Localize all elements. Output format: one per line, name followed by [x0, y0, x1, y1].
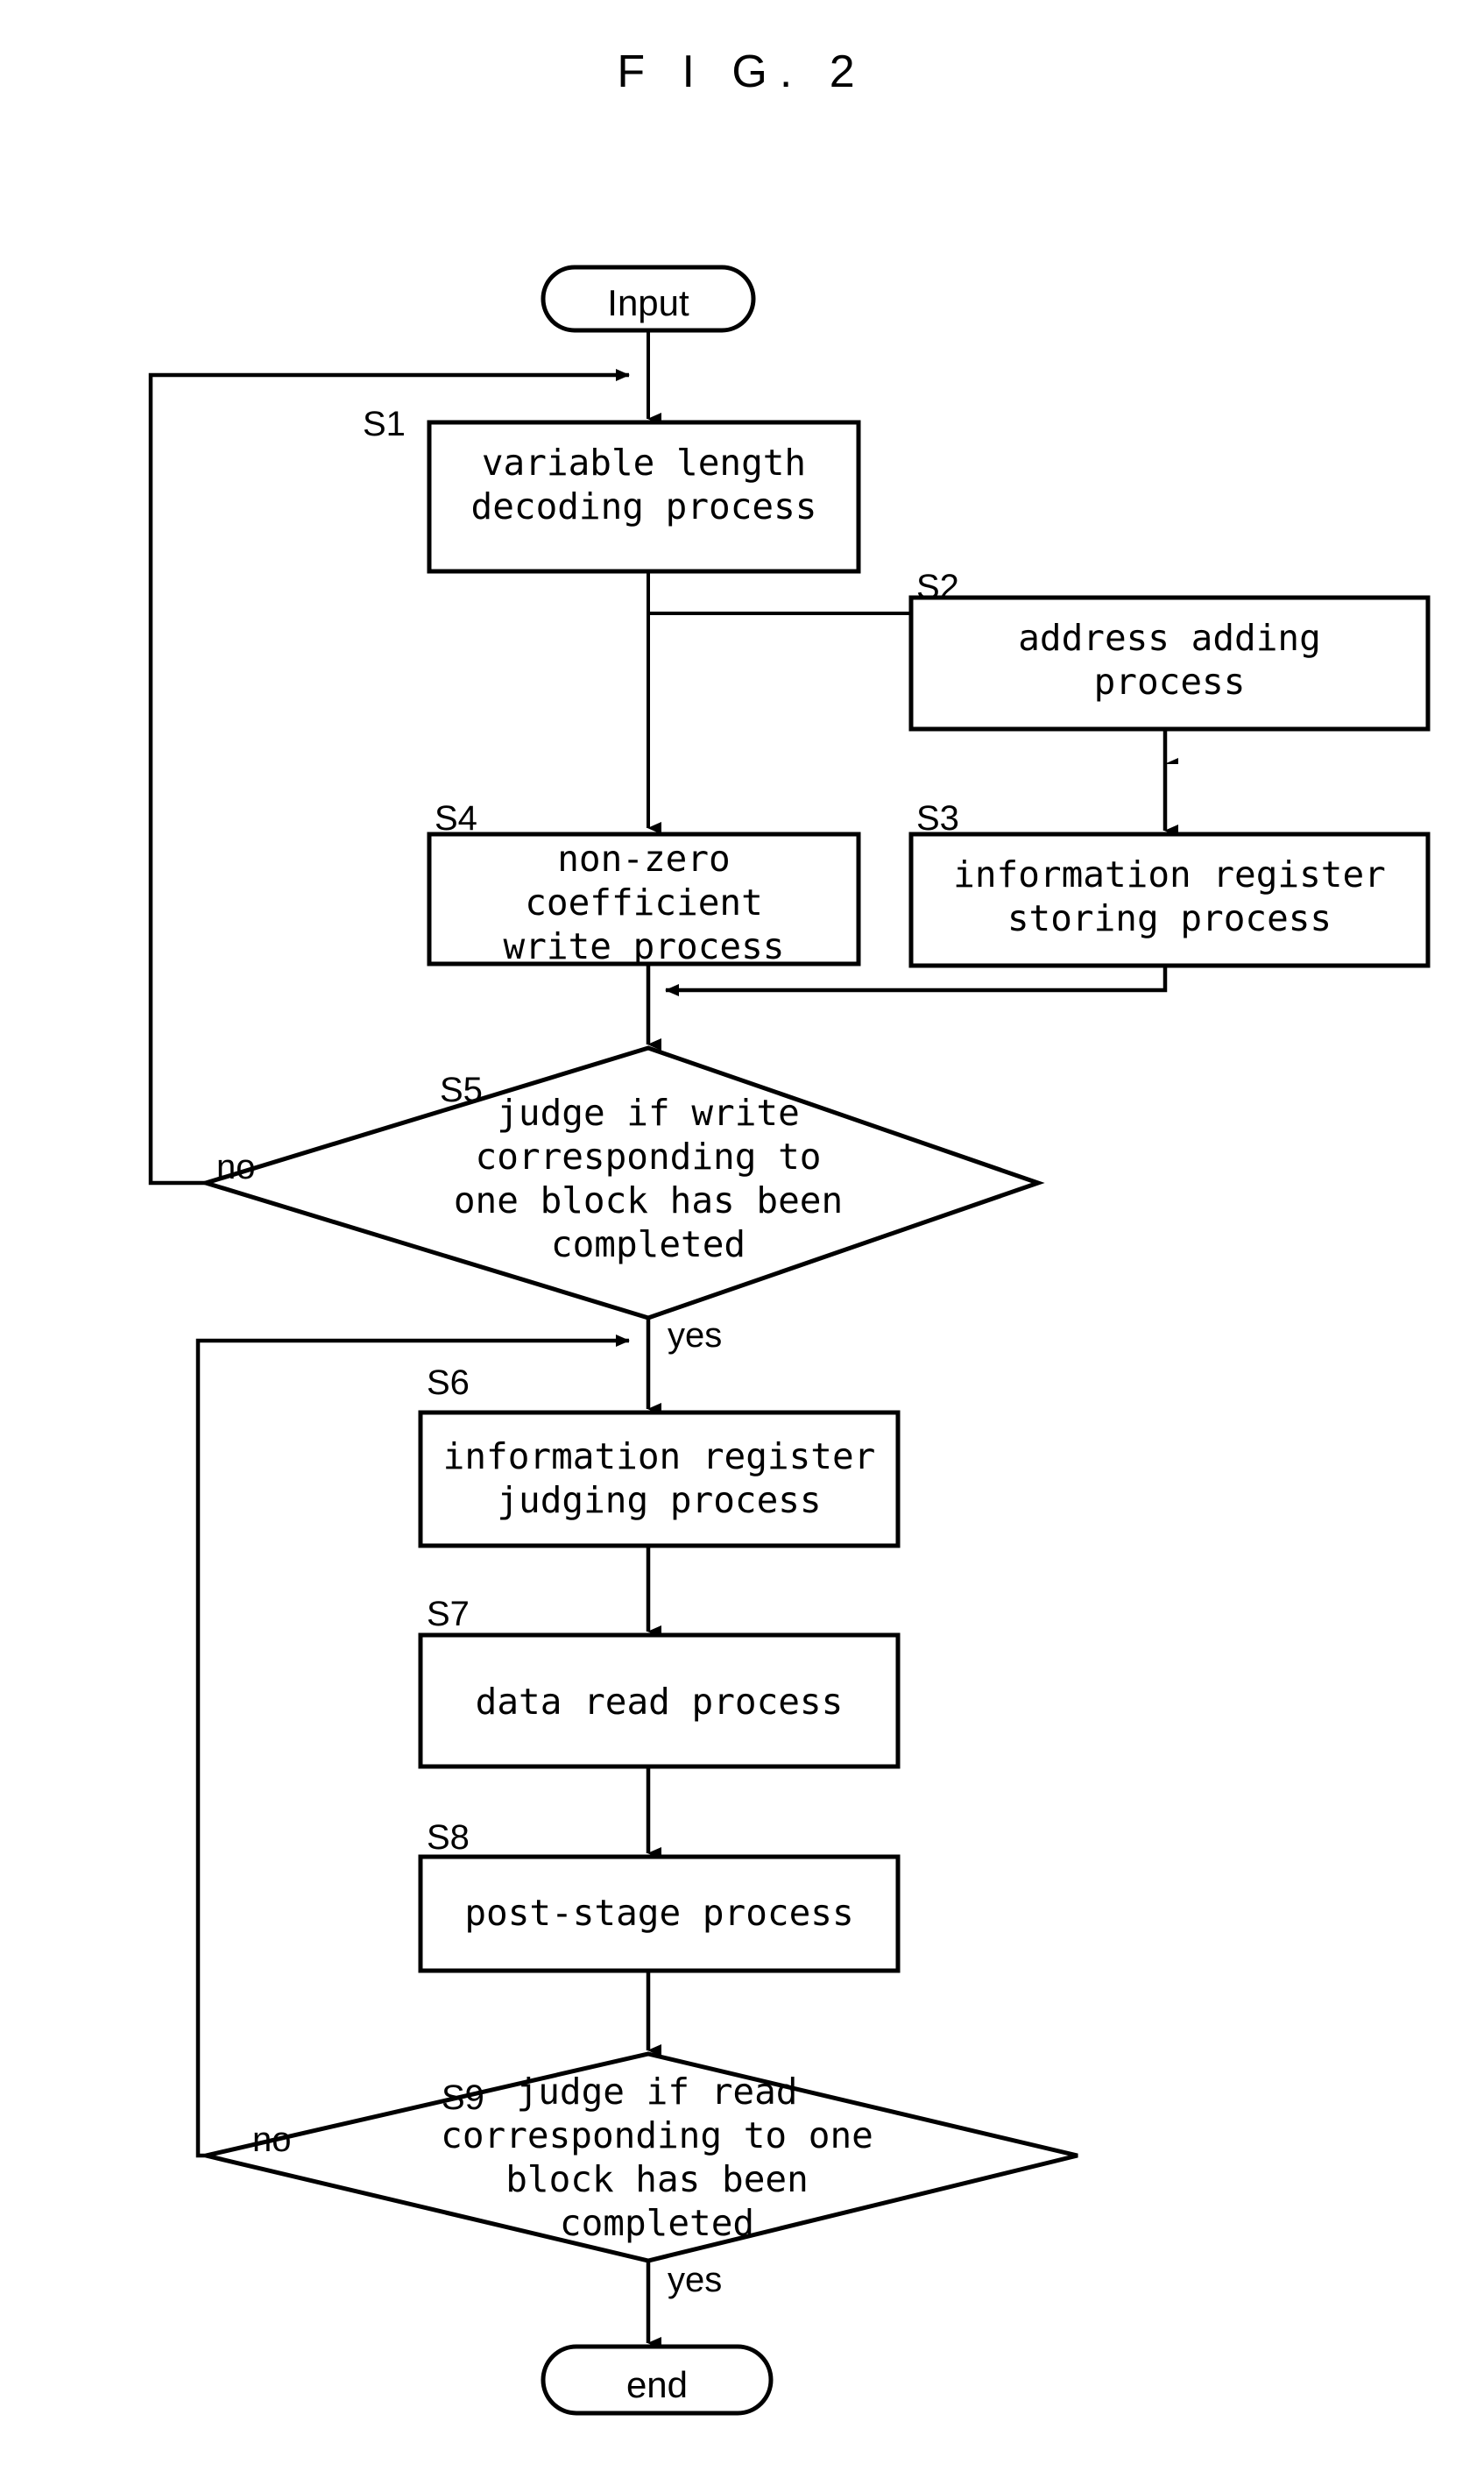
- step-label-s3: S3: [916, 799, 959, 838]
- node-s4-box: [427, 832, 861, 966]
- step-label-s8: S8: [427, 1818, 470, 1857]
- edge-label-s5-no: no: [216, 1148, 256, 1186]
- step-label-s1: S1: [363, 405, 406, 443]
- node-input-shape: [541, 265, 756, 333]
- node-s2-box: [908, 595, 1431, 732]
- step-label-s5: S5: [440, 1071, 483, 1109]
- edge-label-s9-yes: yes: [668, 2261, 723, 2299]
- node-s8-box: [418, 1854, 901, 1973]
- node-end-shape: [541, 2344, 774, 2416]
- step-label-s9: S9: [442, 2078, 484, 2117]
- step-label-s2: S2: [916, 568, 959, 606]
- node-s7-box: [418, 1632, 901, 1769]
- flowchart-canvas: [148, 265, 1431, 2416]
- node-s3-box: [908, 832, 1431, 968]
- node-s6-box: [418, 1410, 901, 1548]
- node-s5-diamond: [198, 1045, 1045, 1320]
- step-label-s7: S7: [427, 1595, 470, 1633]
- step-label-s4: S4: [435, 799, 477, 838]
- node-s9-diamond: [205, 2051, 1078, 2263]
- edge-label-s9-no: no: [252, 2121, 292, 2159]
- edge-s3-to-merge: [665, 966, 1168, 996]
- step-label-s6: S6: [427, 1363, 470, 1402]
- node-s1-shape: [427, 420, 861, 574]
- edge-label-s5-yes: yes: [668, 1316, 723, 1355]
